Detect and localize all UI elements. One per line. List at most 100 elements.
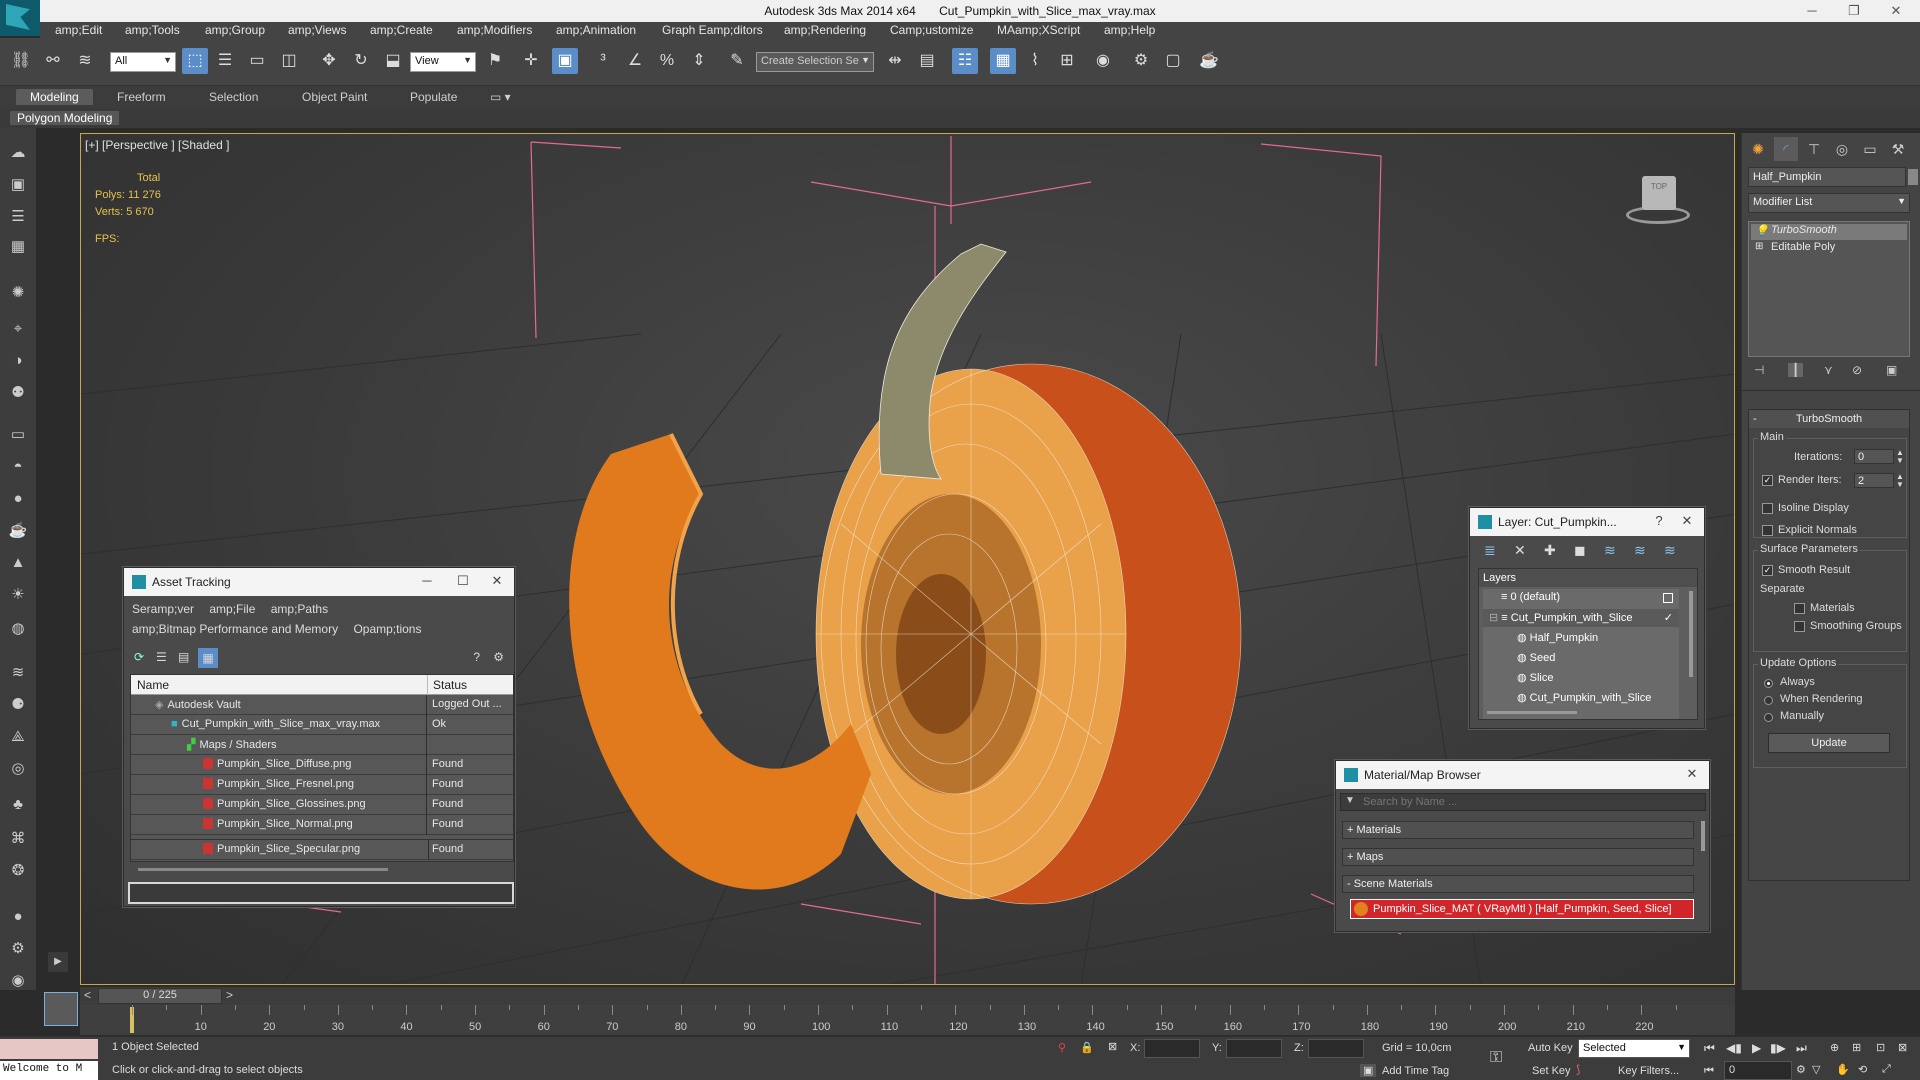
key-filters-button[interactable]: Key Filters...: [1618, 1065, 1679, 1077]
tab-populate[interactable]: Populate: [410, 90, 457, 104]
refresh-icon[interactable]: ⟳: [134, 650, 144, 664]
render-setup-icon[interactable]: ⚙: [1128, 48, 1154, 74]
track-bar[interactable]: 10 20 30 40 50 60 70 80 90 100 110 120 130 140 150 160 1…: [80, 1005, 1735, 1035]
schematic-view-icon[interactable]: ⊞: [1054, 48, 1080, 74]
z-coord-field[interactable]: [1308, 1039, 1364, 1058]
materials-section[interactable]: + Materials: [1342, 821, 1694, 839]
camera-icon[interactable]: ⌖: [7, 318, 29, 340]
new-layer-icon[interactable]: ≣: [1484, 542, 1496, 559]
stack-item-turbosmooth[interactable]: 💡 TurboSmooth: [1751, 224, 1907, 240]
app-logo-icon[interactable]: [0, 0, 40, 36]
physics-icon[interactable]: ⚈: [7, 694, 29, 716]
ribbon-options-icon[interactable]: ▭ ▾: [490, 90, 511, 104]
settings-icon[interactable]: ⚙: [7, 938, 29, 960]
close-button[interactable]: ✕: [1876, 2, 1916, 20]
table-row[interactable]: ▞ Maps / Shaders: [131, 735, 513, 755]
rotate-icon[interactable]: ↻: [348, 48, 374, 74]
utilities-tab-icon[interactable]: ⚒: [1886, 137, 1910, 161]
maxscript-listener[interactable]: Welcome to M: [0, 1061, 98, 1080]
asset-menu-options[interactable]: Opamp;tions: [353, 622, 421, 636]
time-config-icon[interactable]: ⚙: [1796, 1063, 1806, 1076]
configure-sets-icon[interactable]: ▣: [1886, 363, 1897, 377]
layer-item-cut-pumpkin[interactable]: ⊟ ≡ Cut_Pumpkin_with_Slice: [1489, 611, 1632, 624]
menu-create[interactable]: amp;Create: [370, 23, 433, 37]
explicit-normals-checkbox[interactable]: [1762, 525, 1773, 536]
viewcube-face[interactable]: TOP: [1642, 176, 1676, 210]
smooth-result-checkbox[interactable]: ✓: [1762, 565, 1773, 576]
isolate-icon[interactable]: ⚲: [1058, 1041, 1066, 1054]
hair-icon[interactable]: ⌘: [7, 828, 29, 850]
select-object-icon[interactable]: ⬚: [182, 48, 208, 74]
cone-icon[interactable]: ▲: [7, 552, 29, 574]
menu-rendering[interactable]: amp;Rendering: [784, 23, 866, 37]
maps-section[interactable]: + Maps: [1342, 848, 1694, 866]
expand-arrow-icon[interactable]: ▶: [48, 952, 68, 972]
ref-coord-dropdown[interactable]: View ▼: [410, 52, 476, 72]
help-icon[interactable]: ?: [473, 650, 480, 664]
key-icon[interactable]: ⚿: [1490, 1049, 1502, 1067]
material-icon[interactable]: ●: [7, 906, 29, 928]
asset-row-specular[interactable]: Pumpkin_Slice_Specular.png: [217, 843, 360, 855]
dome-icon[interactable]: ◓: [7, 456, 29, 478]
scene-materials-section[interactable]: - Scene Materials: [1342, 875, 1694, 893]
delete-layer-icon[interactable]: ✕: [1514, 542, 1526, 559]
menu-graph-editors[interactable]: Graph Eamp;ditors: [662, 23, 763, 37]
iterations-input[interactable]: [1854, 449, 1894, 464]
teapot-icon[interactable]: ☁: [7, 142, 29, 164]
layer-v-scrollbar[interactable]: [1689, 591, 1693, 677]
asset-path-field[interactable]: [128, 882, 514, 904]
list-icon[interactable]: ☰: [7, 206, 29, 228]
bind-space-warp-icon[interactable]: ≋: [72, 48, 98, 74]
fur-icon[interactable]: ≋: [7, 662, 29, 684]
x-coord-field[interactable]: [1144, 1039, 1200, 1058]
next-frame-arrow[interactable]: >: [226, 988, 233, 1002]
minimize-button[interactable]: ─: [1792, 2, 1832, 20]
polygon-modeling-label[interactable]: Polygon Modeling: [10, 111, 120, 125]
sphere-icon[interactable]: ●: [7, 488, 29, 510]
modify-tab-icon[interactable]: ◜: [1774, 137, 1798, 161]
remove-modifier-icon[interactable]: ⊘: [1852, 363, 1862, 377]
light-icon[interactable]: ✺: [7, 282, 29, 304]
snaps-toggle-icon[interactable]: ³: [590, 48, 616, 74]
field-of-view-icon[interactable]: ▽: [1812, 1063, 1820, 1076]
align-icon[interactable]: ▤: [914, 48, 940, 74]
checkmark-icon[interactable]: ✓: [1664, 611, 1673, 624]
helper-icon[interactable]: ◑: [7, 350, 29, 372]
viewcube[interactable]: TOP: [1620, 168, 1694, 228]
layer-h-scrollbar[interactable]: [1487, 711, 1577, 714]
hierarchy-tab-icon[interactable]: ⊤: [1802, 137, 1826, 161]
window-crossing-icon[interactable]: ◫: [276, 48, 302, 74]
zoom-all-icon[interactable]: ⊞: [1852, 1041, 1861, 1054]
set-key-icon[interactable]: ⟆: [1576, 1063, 1580, 1076]
layer-titlebar[interactable]: Layer: Cut_Pumpkin... ? ✕: [1470, 508, 1704, 536]
asset-menu-server[interactable]: Seramp;ver: [132, 602, 194, 616]
move-icon[interactable]: ✥: [316, 48, 342, 74]
menu-views[interactable]: amp;Views: [288, 23, 346, 37]
scale-icon[interactable]: ⬓: [380, 48, 406, 74]
set-key-button[interactable]: Set Key: [1532, 1065, 1571, 1077]
mirror-icon[interactable]: ⇹: [882, 48, 908, 74]
select-by-name-icon[interactable]: ☰: [212, 48, 238, 74]
object-name-field[interactable]: [1748, 167, 1906, 187]
omni-icon[interactable]: ◍: [7, 618, 29, 640]
table-view-icon[interactable]: ▦: [198, 648, 218, 668]
material-v-scrollbar[interactable]: [1701, 821, 1705, 851]
create-tab-icon[interactable]: ✺: [1746, 137, 1770, 161]
layer-item-half-pumpkin[interactable]: ◍ Half_Pumpkin: [1517, 631, 1598, 644]
keyboard-shortcut-icon[interactable]: ▣: [552, 48, 578, 74]
layer-close-button[interactable]: ✕: [1676, 513, 1698, 529]
plane-icon[interactable]: ▭: [7, 424, 29, 446]
spinner-snap-icon[interactable]: ⇕: [686, 48, 712, 74]
go-to-start-icon[interactable]: ⏮: [1704, 1041, 1715, 1056]
table-row[interactable]: Pumpkin_Slice_Normal.png Found: [131, 815, 513, 835]
hide-all-icon[interactable]: ≋: [1634, 542, 1646, 559]
stack-item-editable-poly[interactable]: ⊞ Editable Poly: [1751, 241, 1907, 257]
highlight-layer-icon[interactable]: ≋: [1604, 542, 1616, 559]
menu-group[interactable]: amp;Group: [205, 23, 265, 37]
auto-key-button[interactable]: Auto Key: [1528, 1042, 1573, 1054]
table-row[interactable]: Pumpkin_Slice_Glossines.png Found: [131, 795, 513, 815]
material-editor-icon[interactable]: ◉: [1090, 48, 1116, 74]
asset-menu-file[interactable]: amp;File: [209, 602, 255, 616]
list-view-icon[interactable]: ☰: [156, 650, 167, 664]
asset-minimize-button[interactable]: ─: [416, 573, 438, 588]
